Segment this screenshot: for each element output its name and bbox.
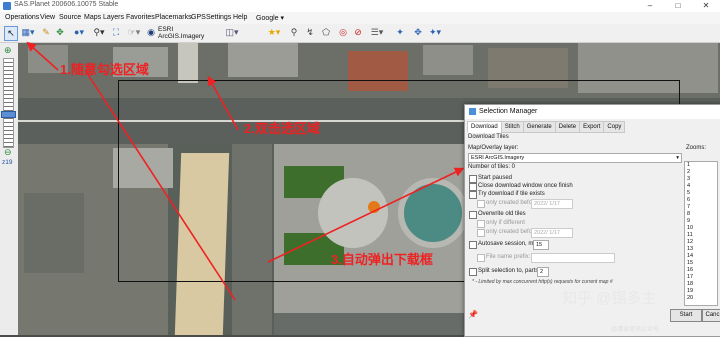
pin-icon[interactable]: 📌 xyxy=(468,310,478,319)
date-picker-1[interactable]: 2022/ 1/17 xyxy=(531,199,573,209)
close-window-checkbox[interactable] xyxy=(469,183,477,191)
arrow-step1 xyxy=(26,41,59,71)
map-layer-value: ESRI ArcGIS.Imagery xyxy=(471,155,525,161)
arrow-step2 xyxy=(207,75,239,131)
tile-count: Number of tiles: 0 xyxy=(468,164,516,170)
map-layer-select[interactable]: ESRI ArcGIS.Imagery ▾ xyxy=(468,153,682,163)
zoom-list-item[interactable]: 5 xyxy=(685,190,717,197)
map-layer-label: Map/Overlay layer: xyxy=(468,145,519,151)
tab-export[interactable]: Export xyxy=(579,121,605,133)
autosave-label: Autosave session, min: xyxy=(478,241,540,247)
tab-download[interactable]: Download xyxy=(467,121,502,133)
start-paused-label: Start paused xyxy=(478,175,513,181)
only-created-checkbox-1[interactable] xyxy=(477,200,485,208)
overwrite-checkbox[interactable] xyxy=(469,211,477,219)
zoom-list-item[interactable]: 6 xyxy=(685,197,717,204)
split-selection-label: Split selection to, parts*: xyxy=(478,268,543,274)
zoom-list-item[interactable]: 17 xyxy=(685,274,717,281)
close-window-label: Close download window once finish xyxy=(478,183,573,189)
zoom-levels-list[interactable]: 1 2 3 4 5 6 7 8 9 10 11 12 13 14 15 16 17 18 19 20 xyxy=(684,161,718,306)
start-paused-checkbox[interactable] xyxy=(469,175,477,183)
watermark-sub: @清业资讯公众号 xyxy=(611,327,660,333)
zoom-list-item[interactable]: 20 xyxy=(685,295,717,302)
annotation-step1: 1.随意勾选区域 xyxy=(60,62,149,77)
dialog-header: Selection Manager xyxy=(465,105,720,119)
start-button[interactable]: Start xyxy=(670,309,702,322)
file-prefix-label: File name prefix: xyxy=(486,254,531,260)
annotation-step2: 2.双击选区域 xyxy=(244,121,320,136)
zoom-list-item[interactable]: 13 xyxy=(685,246,717,253)
autosave-checkbox[interactable] xyxy=(469,241,477,249)
zoom-list-item[interactable]: 14 xyxy=(685,253,717,260)
tab-delete[interactable]: Delete xyxy=(554,121,581,133)
dropdown-arrow-icon: ▾ xyxy=(676,155,679,161)
footnote: * - Limited by max concurrent http(s) re… xyxy=(472,279,613,285)
split-selection-checkbox[interactable] xyxy=(469,268,477,276)
zoom-list-item[interactable]: 10 xyxy=(685,225,717,232)
file-prefix-checkbox[interactable] xyxy=(477,254,485,262)
only-created-checkbox-2[interactable] xyxy=(477,229,485,237)
drag-line xyxy=(84,69,236,301)
zoom-list-item[interactable]: 1 xyxy=(685,162,717,169)
file-prefix-input[interactable] xyxy=(531,253,615,263)
zoom-list-item[interactable]: 15 xyxy=(685,260,717,267)
only-if-different-checkbox[interactable] xyxy=(477,220,485,228)
watermark: 知乎 @锡多主 xyxy=(562,290,657,307)
zoom-list-item[interactable]: 16 xyxy=(685,267,717,274)
zoom-list-item[interactable]: 8 xyxy=(685,211,717,218)
download-tiles-heading: Download Tiles xyxy=(468,134,509,140)
zoom-list-item[interactable]: 3 xyxy=(685,176,717,183)
zoom-list-item[interactable]: 4 xyxy=(685,183,717,190)
zoom-list-item[interactable]: 18 xyxy=(685,281,717,288)
only-created-label-2: only created before xyxy=(486,229,538,235)
zoom-list-item[interactable]: 2 xyxy=(685,169,717,176)
date-picker-2[interactable]: 2022/ 1/17 xyxy=(531,228,573,238)
zooms-label: Zooms: xyxy=(686,145,707,151)
only-created-label-1: only created before xyxy=(486,200,538,206)
dialog-tabs: Download Stitch Generate Delete Export Copy xyxy=(467,121,626,133)
dialog-title: Selection Manager xyxy=(479,108,538,115)
split-parts-input[interactable]: 2 xyxy=(537,267,549,277)
zoom-list-item[interactable]: 7 xyxy=(685,204,717,211)
overwrite-label: Overwrite old tiles xyxy=(478,211,526,217)
only-if-different-label: only if different xyxy=(486,220,525,226)
tab-stitch[interactable]: Stitch xyxy=(500,121,524,133)
annotation-step3: 3.自动弹出下载框 xyxy=(331,252,433,267)
autosave-minutes-input[interactable]: 15 xyxy=(533,240,549,250)
cancel-button[interactable]: Canc xyxy=(702,309,720,322)
tab-copy[interactable]: Copy xyxy=(603,121,626,133)
dialog-icon xyxy=(469,108,476,115)
try-download-checkbox[interactable] xyxy=(469,191,477,199)
zoom-list-item[interactable]: 19 xyxy=(685,288,717,295)
zoom-list-item[interactable]: 11 xyxy=(685,232,717,239)
try-download-label: Try download if tile exists xyxy=(478,191,545,197)
zoom-list-item[interactable]: 12 xyxy=(685,239,717,246)
zoom-list-item[interactable]: 9 xyxy=(685,218,717,225)
tab-generate[interactable]: Generate xyxy=(522,121,556,133)
